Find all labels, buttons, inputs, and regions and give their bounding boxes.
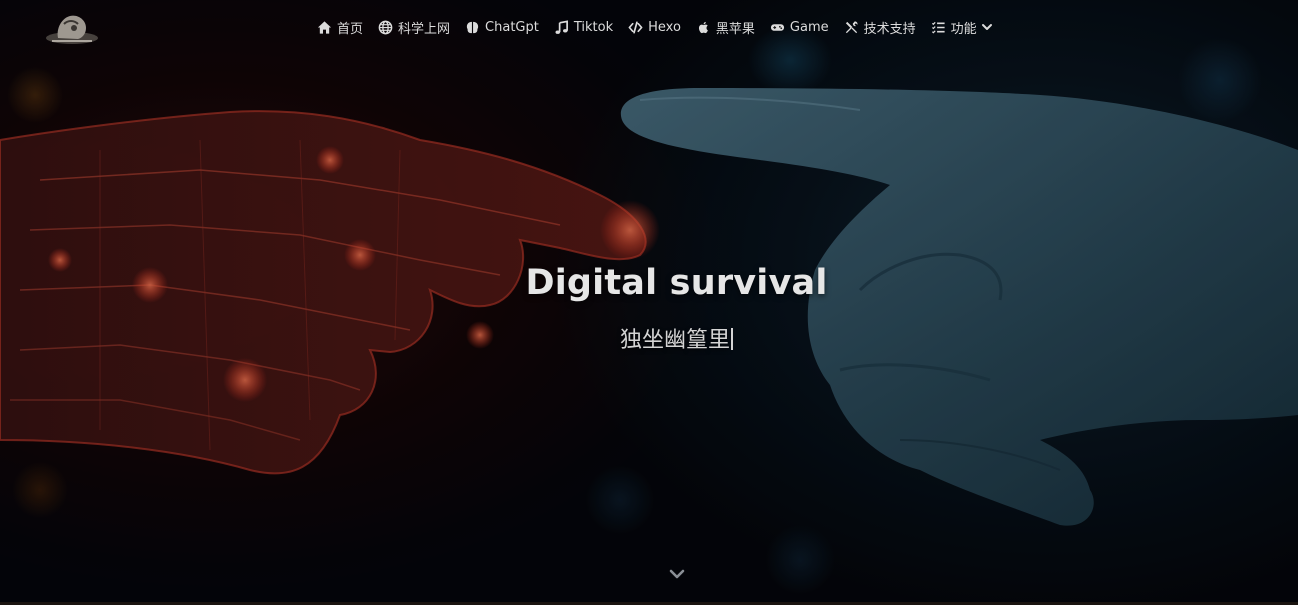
site-logo[interactable]: [44, 8, 100, 46]
scroll-down-button[interactable]: [667, 566, 687, 582]
nav-item-label: Tiktok: [573, 19, 614, 35]
chevron-down-icon: [669, 569, 685, 579]
nav-item-label: 功能: [950, 21, 977, 37]
nav-item-proxy[interactable]: 科学上网: [378, 18, 451, 37]
nav-item-tiktok[interactable]: Tiktok: [554, 18, 613, 36]
site-subtitle-typewriter: 独坐幽篁里: [619, 328, 730, 353]
apple-icon: [696, 20, 711, 35]
nav-item-chatgpt[interactable]: ChatGpt: [465, 18, 539, 36]
code-icon: [628, 20, 643, 35]
home-icon: [317, 20, 332, 35]
site-title: Digital survival: [525, 263, 828, 303]
main-nav: 首页 科学上网 ChatGpt Tiktok Hexo 黑苹果 Game 技术支…: [317, 18, 993, 37]
nav-item-home[interactable]: 首页: [317, 18, 364, 37]
chevron-down-icon: [981, 21, 993, 33]
nav-item-label: 技术支持: [863, 21, 916, 37]
nav-item-tech-support[interactable]: 技术支持: [844, 18, 916, 37]
nav-item-label: Hexo: [648, 19, 681, 35]
nav-item-hexo[interactable]: Hexo: [628, 18, 681, 36]
top-navigation-bar: 首页 科学上网 ChatGpt Tiktok Hexo 黑苹果 Game 技术支…: [0, 0, 1298, 54]
nav-item-hackintosh[interactable]: 黑苹果: [696, 18, 755, 37]
site-subtitle-wrapper: 独坐幽篁里: [0, 322, 1298, 354]
globe-icon: [378, 20, 393, 35]
gamepad-icon: [770, 20, 785, 35]
nav-item-label: Game: [789, 19, 829, 35]
brain-icon: [465, 20, 480, 35]
nav-item-label: ChatGpt: [485, 19, 539, 35]
nav-item-features-dropdown[interactable]: 功能: [931, 18, 993, 37]
tools-icon: [844, 20, 859, 35]
nav-item-label: 黑苹果: [715, 21, 755, 37]
nav-item-game[interactable]: Game: [770, 18, 829, 36]
nav-item-label: 首页: [337, 21, 364, 37]
typing-cursor: [731, 328, 733, 350]
music-icon: [554, 19, 569, 35]
list-icon: [931, 20, 946, 35]
nav-item-label: 科学上网: [398, 21, 451, 37]
